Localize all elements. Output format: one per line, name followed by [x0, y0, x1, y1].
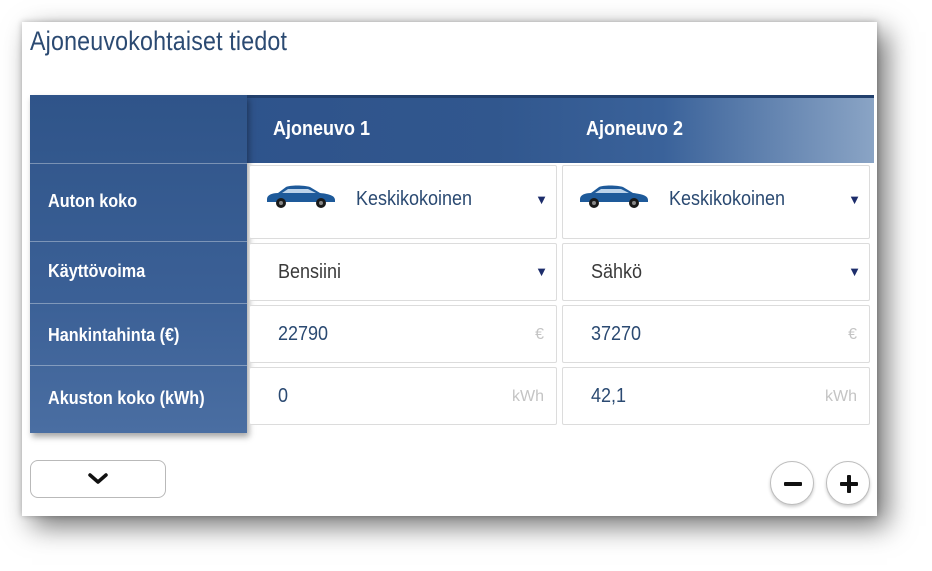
- price-unit: €: [848, 326, 857, 343]
- add-vehicle-button[interactable]: [826, 461, 870, 505]
- battery-unit: kWh: [825, 388, 857, 405]
- price-input-vehicle-2[interactable]: 37270 €: [562, 305, 870, 363]
- car-icon: [264, 184, 338, 215]
- row-divider: [30, 365, 247, 366]
- row-label-fuel: Käyttövoima: [48, 261, 146, 281]
- fuel-select-vehicle-2[interactable]: Sähkö ▼: [562, 243, 870, 301]
- car-size-value: Keskikokoinen: [669, 188, 786, 210]
- battery-value: 0: [278, 385, 289, 407]
- column-header-vehicle-2: Ajoneuvo 2: [586, 118, 684, 140]
- caret-down-icon: ▼: [848, 264, 861, 279]
- battery-input-vehicle-1[interactable]: 0 kWh: [249, 367, 557, 425]
- battery-input-vehicle-2[interactable]: 42,1 kWh: [562, 367, 870, 425]
- page-title: Ajoneuvokohtaiset tiedot: [30, 26, 288, 56]
- battery-value: 42,1: [591, 385, 627, 407]
- price-input-vehicle-1[interactable]: 22790 €: [249, 305, 557, 363]
- row-divider: [30, 163, 247, 164]
- caret-down-icon: ▼: [848, 192, 861, 207]
- column-header-vehicle-1: Ajoneuvo 1: [273, 118, 371, 140]
- minus-icon: [784, 482, 802, 486]
- car-size-select-vehicle-1[interactable]: Keskikokoinen ▼: [249, 165, 557, 239]
- caret-down-icon: ▼: [535, 192, 548, 207]
- car-icon: [577, 184, 651, 215]
- plus-icon: [840, 475, 858, 493]
- price-value: 37270: [591, 323, 642, 345]
- price-value: 22790: [278, 323, 329, 345]
- caret-down-icon: ▼: [535, 264, 548, 279]
- fuel-select-vehicle-1[interactable]: Bensiini ▼: [249, 243, 557, 301]
- fuel-value: Sähkö: [591, 261, 643, 283]
- fuel-value: Bensiini: [278, 261, 342, 283]
- car-size-value: Keskikokoinen: [356, 188, 473, 210]
- car-size-select-vehicle-2[interactable]: Keskikokoinen ▼: [562, 165, 870, 239]
- vehicle-comparison-table: Ajoneuvo 1 Ajoneuvo 2 Auton koko Käyttöv…: [30, 95, 874, 433]
- remove-vehicle-button[interactable]: [770, 461, 814, 505]
- row-divider: [30, 241, 247, 242]
- price-unit: €: [535, 326, 544, 343]
- expand-button[interactable]: [30, 460, 166, 498]
- battery-unit: kWh: [512, 388, 544, 405]
- row-label-battery: Akuston koko (kWh): [48, 388, 205, 408]
- row-label-size: Auton koko: [48, 191, 138, 211]
- chevron-down-icon: [88, 473, 108, 484]
- row-divider: [30, 303, 247, 304]
- vehicle-details-card: Ajoneuvokohtaiset tiedot Ajoneuvo 1 Ajon…: [22, 22, 877, 516]
- row-label-price: Hankintahinta (€): [48, 325, 180, 345]
